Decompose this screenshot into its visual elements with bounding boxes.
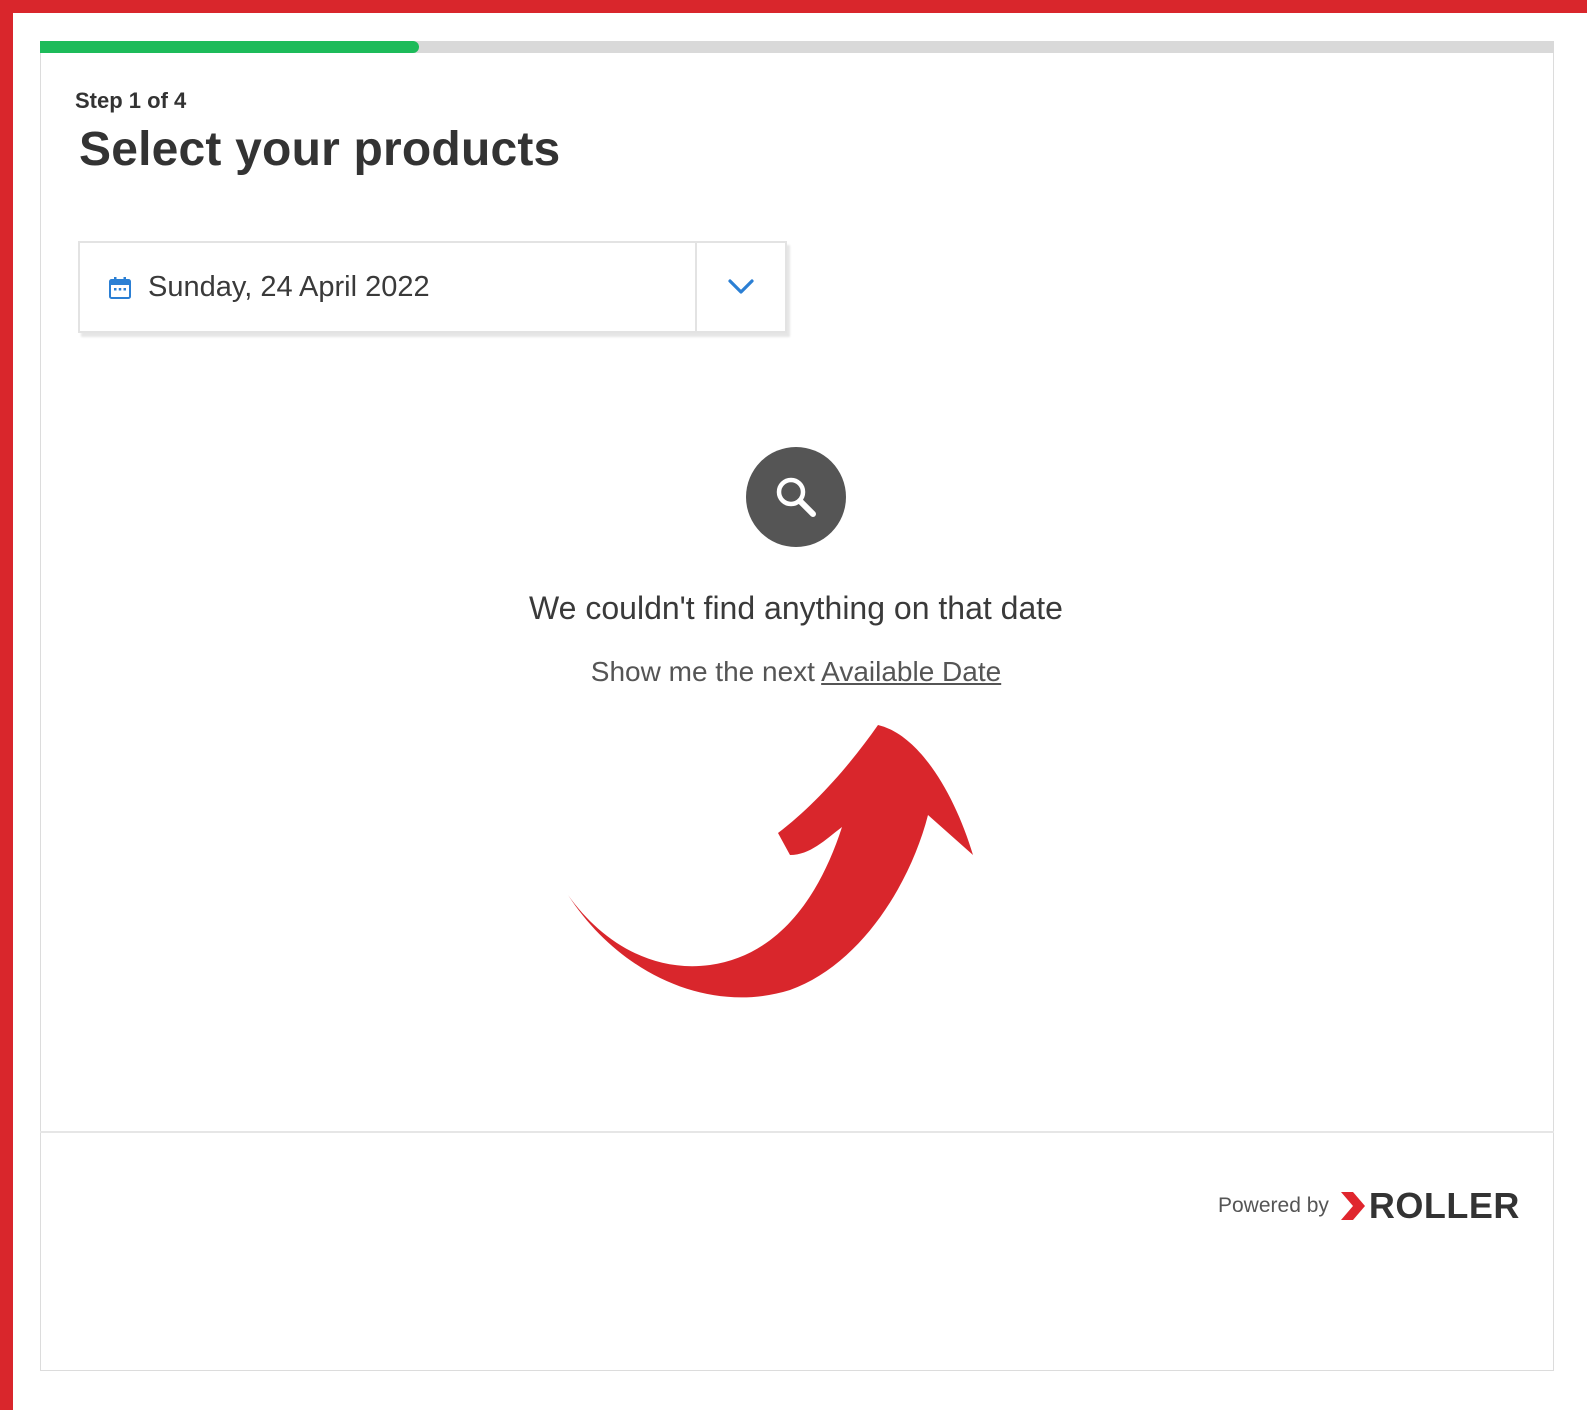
next-available-prefix: Show me the next bbox=[590, 656, 815, 687]
search-icon bbox=[746, 447, 846, 547]
roller-logo-icon bbox=[1340, 1192, 1365, 1220]
footer-divider bbox=[40, 1131, 1554, 1133]
calendar-icon bbox=[108, 276, 132, 300]
powered-by-label: Powered by bbox=[1218, 1194, 1329, 1217]
date-picker-value: Sunday, 24 April 2022 bbox=[148, 271, 430, 303]
chevron-down-icon[interactable] bbox=[697, 243, 785, 331]
roller-brand-name: ROLLER bbox=[1368, 1185, 1520, 1226]
progress-bar-fill bbox=[40, 41, 419, 53]
powered-by-roller: Powered by ROLLER bbox=[1218, 1185, 1520, 1227]
step-indicator: Step 1 of 4 bbox=[75, 88, 187, 113]
page-title: Select your products bbox=[79, 123, 561, 176]
available-date-link[interactable]: Available Date bbox=[821, 656, 1001, 687]
empty-state-message: We couldn't find anything on that date bbox=[529, 590, 1063, 626]
date-picker[interactable]: Sunday, 24 April 2022 bbox=[78, 241, 787, 333]
next-available-prompt: Show me the next Available Date bbox=[400, 656, 1192, 688]
progress-bar bbox=[40, 41, 1554, 53]
curved-arrow-icon bbox=[568, 725, 973, 998]
